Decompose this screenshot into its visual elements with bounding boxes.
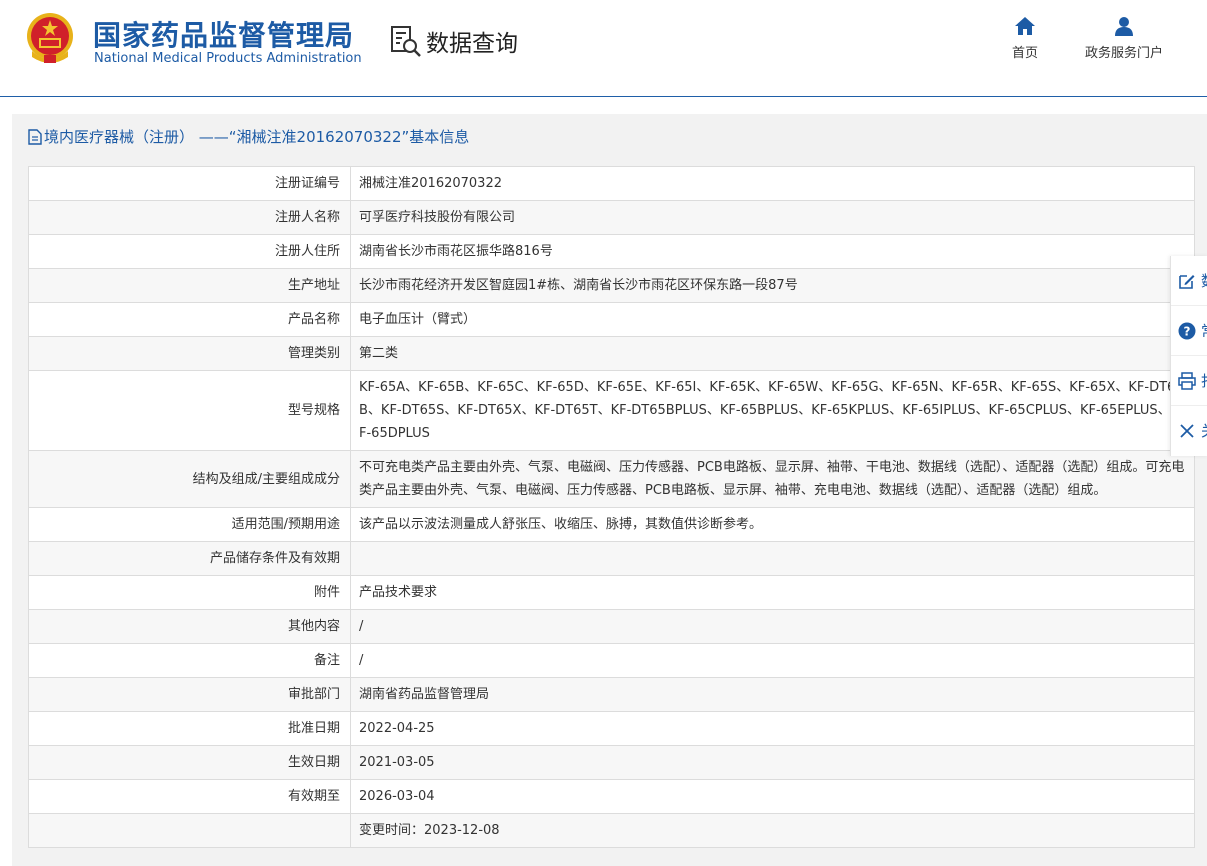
sidebar-item-label: 数: [1201, 270, 1207, 291]
table-row: 管理类别 第二类: [28, 336, 1195, 371]
sidebar-item-label: 打: [1201, 370, 1207, 391]
site-header: 国家药品监督管理局 National Medical Products Admi…: [0, 0, 1207, 97]
nav-portal-label: 政务服务门户: [1085, 46, 1164, 61]
user-icon: [1115, 17, 1133, 36]
panel-title-text: 境内医疗器械（注册） ——“湘械注准20162070322”基本信息: [44, 128, 470, 146]
row-key: 生产地址: [28, 268, 351, 303]
row-key: 生效日期: [28, 745, 351, 780]
table-row: 注册证编号 湘械注准20162070322: [28, 166, 1195, 201]
row-key: 适用范围/预期用途: [28, 507, 351, 542]
svg-text:?: ?: [1184, 324, 1191, 338]
sidebar-item-print[interactable]: 打: [1171, 356, 1207, 406]
table-row: 注册人名称 可孚医疗科技股份有限公司: [28, 200, 1195, 235]
row-value: 2022-04-25: [350, 711, 1195, 746]
row-value: 不可充电类产品主要由外壳、气泵、电磁阀、压力传感器、PCB电路板、显示屏、袖带、…: [350, 450, 1195, 508]
row-key: 附件: [28, 575, 351, 610]
home-icon: [1015, 17, 1035, 35]
row-key: [28, 813, 351, 848]
data-query-title[interactable]: 数据查询: [390, 24, 518, 58]
row-value: 湖南省长沙市雨花区振华路816号: [350, 234, 1195, 269]
sidebar-item-faq[interactable]: ? 常: [1171, 306, 1207, 356]
row-value: [350, 541, 1195, 576]
national-emblem-icon: [27, 13, 73, 63]
row-key: 批准日期: [28, 711, 351, 746]
data-query-label: 数据查询: [426, 31, 518, 57]
row-value: 长沙市雨花经济开发区智庭园1#栋、湖南省长沙市雨花区环保东路一段87号: [350, 268, 1195, 303]
table-row: 有效期至 2026-03-04: [28, 779, 1195, 814]
row-key: 结构及组成/主要组成成分: [28, 450, 351, 508]
close-icon: [1177, 421, 1197, 441]
row-value: 产品技术要求: [350, 575, 1195, 610]
detail-panel: 境内医疗器械（注册） ——“湘械注准20162070322”基本信息 注册证编号…: [12, 114, 1207, 866]
row-key: 审批部门: [28, 677, 351, 712]
print-icon: [1177, 371, 1197, 391]
row-value: 湘械注准20162070322: [350, 166, 1195, 201]
row-value: 2026-03-04: [350, 779, 1195, 814]
row-value: /: [350, 609, 1195, 644]
row-value: 该产品以示波法测量成人舒张压、收缩压、脉搏，其数值供诊断参考。: [350, 507, 1195, 542]
table-row: 产品储存条件及有效期: [28, 541, 1195, 576]
table-row: 产品名称 电子血压计（臂式）: [28, 302, 1195, 337]
row-key: 产品储存条件及有效期: [28, 541, 351, 576]
row-key: 注册人名称: [28, 200, 351, 235]
row-value: 变更时间：2023-12-08: [350, 813, 1195, 848]
edit-icon: [1177, 271, 1197, 291]
sidebar-item-close[interactable]: 关: [1171, 406, 1207, 455]
detail-table: 注册证编号 湘械注准20162070322 注册人名称 可孚医疗科技股份有限公司 注…: [28, 166, 1195, 848]
help-icon: ?: [1177, 321, 1197, 341]
panel-title: 境内医疗器械（注册） ——“湘械注准20162070322”基本信息: [28, 126, 469, 147]
table-row: 生效日期 2021-03-05: [28, 745, 1195, 780]
row-key: 型号规格: [28, 370, 351, 451]
row-key: 注册证编号: [28, 166, 351, 201]
table-row: 变更时间：2023-12-08: [28, 813, 1195, 848]
row-value: 2021-03-05: [350, 745, 1195, 780]
table-row: 其他内容 /: [28, 609, 1195, 644]
row-key: 管理类别: [28, 336, 351, 371]
document-search-icon: [391, 26, 421, 57]
nav-home-label: 首页: [1012, 46, 1039, 61]
row-value: KF-65A、KF-65B、KF-65C、KF-65D、KF-65E、KF-65…: [350, 370, 1195, 451]
sidebar-item-label: 常: [1201, 320, 1207, 341]
row-value: /: [350, 643, 1195, 678]
table-row: 批准日期 2022-04-25: [28, 711, 1195, 746]
row-value: 电子血压计（臂式）: [350, 302, 1195, 337]
table-row: 备注 /: [28, 643, 1195, 678]
document-icon: [28, 128, 42, 145]
row-key: 有效期至: [28, 779, 351, 814]
row-key: 备注: [28, 643, 351, 678]
floating-sidebar: 数 ? 常 打 关: [1170, 256, 1207, 456]
table-row: 生产地址 长沙市雨花经济开发区智庭园1#栋、湖南省长沙市雨花区环保东路一段87号: [28, 268, 1195, 303]
brand-name-en: National Medical Products Administration: [94, 51, 362, 66]
row-key: 注册人住所: [28, 234, 351, 269]
table-row: 适用范围/预期用途 该产品以示波法测量成人舒张压、收缩压、脉搏，其数值供诊断参考。: [28, 507, 1195, 542]
sidebar-item-data[interactable]: 数: [1171, 256, 1207, 306]
row-value: 第二类: [350, 336, 1195, 371]
table-row: 附件 产品技术要求: [28, 575, 1195, 610]
table-row: 结构及组成/主要组成成分 不可充电类产品主要由外壳、气泵、电磁阀、压力传感器、PC…: [28, 450, 1195, 508]
row-value: 可孚医疗科技股份有限公司: [350, 200, 1195, 235]
table-row: 注册人住所 湖南省长沙市雨花区振华路816号: [28, 234, 1195, 269]
sidebar-item-label: 关: [1201, 420, 1207, 441]
brand-name-cn: 国家药品监督管理局: [93, 19, 355, 52]
nav-service-portal[interactable]: 政务服务门户: [1085, 16, 1163, 61]
header-divider: [0, 96, 1207, 97]
row-key: 产品名称: [28, 302, 351, 337]
nav-home[interactable]: 首页: [1012, 16, 1038, 61]
row-value: 湖南省药品监督管理局: [350, 677, 1195, 712]
table-row: 型号规格 KF-65A、KF-65B、KF-65C、KF-65D、KF-65E、K…: [28, 370, 1195, 451]
table-row: 审批部门 湖南省药品监督管理局: [28, 677, 1195, 712]
row-key: 其他内容: [28, 609, 351, 644]
